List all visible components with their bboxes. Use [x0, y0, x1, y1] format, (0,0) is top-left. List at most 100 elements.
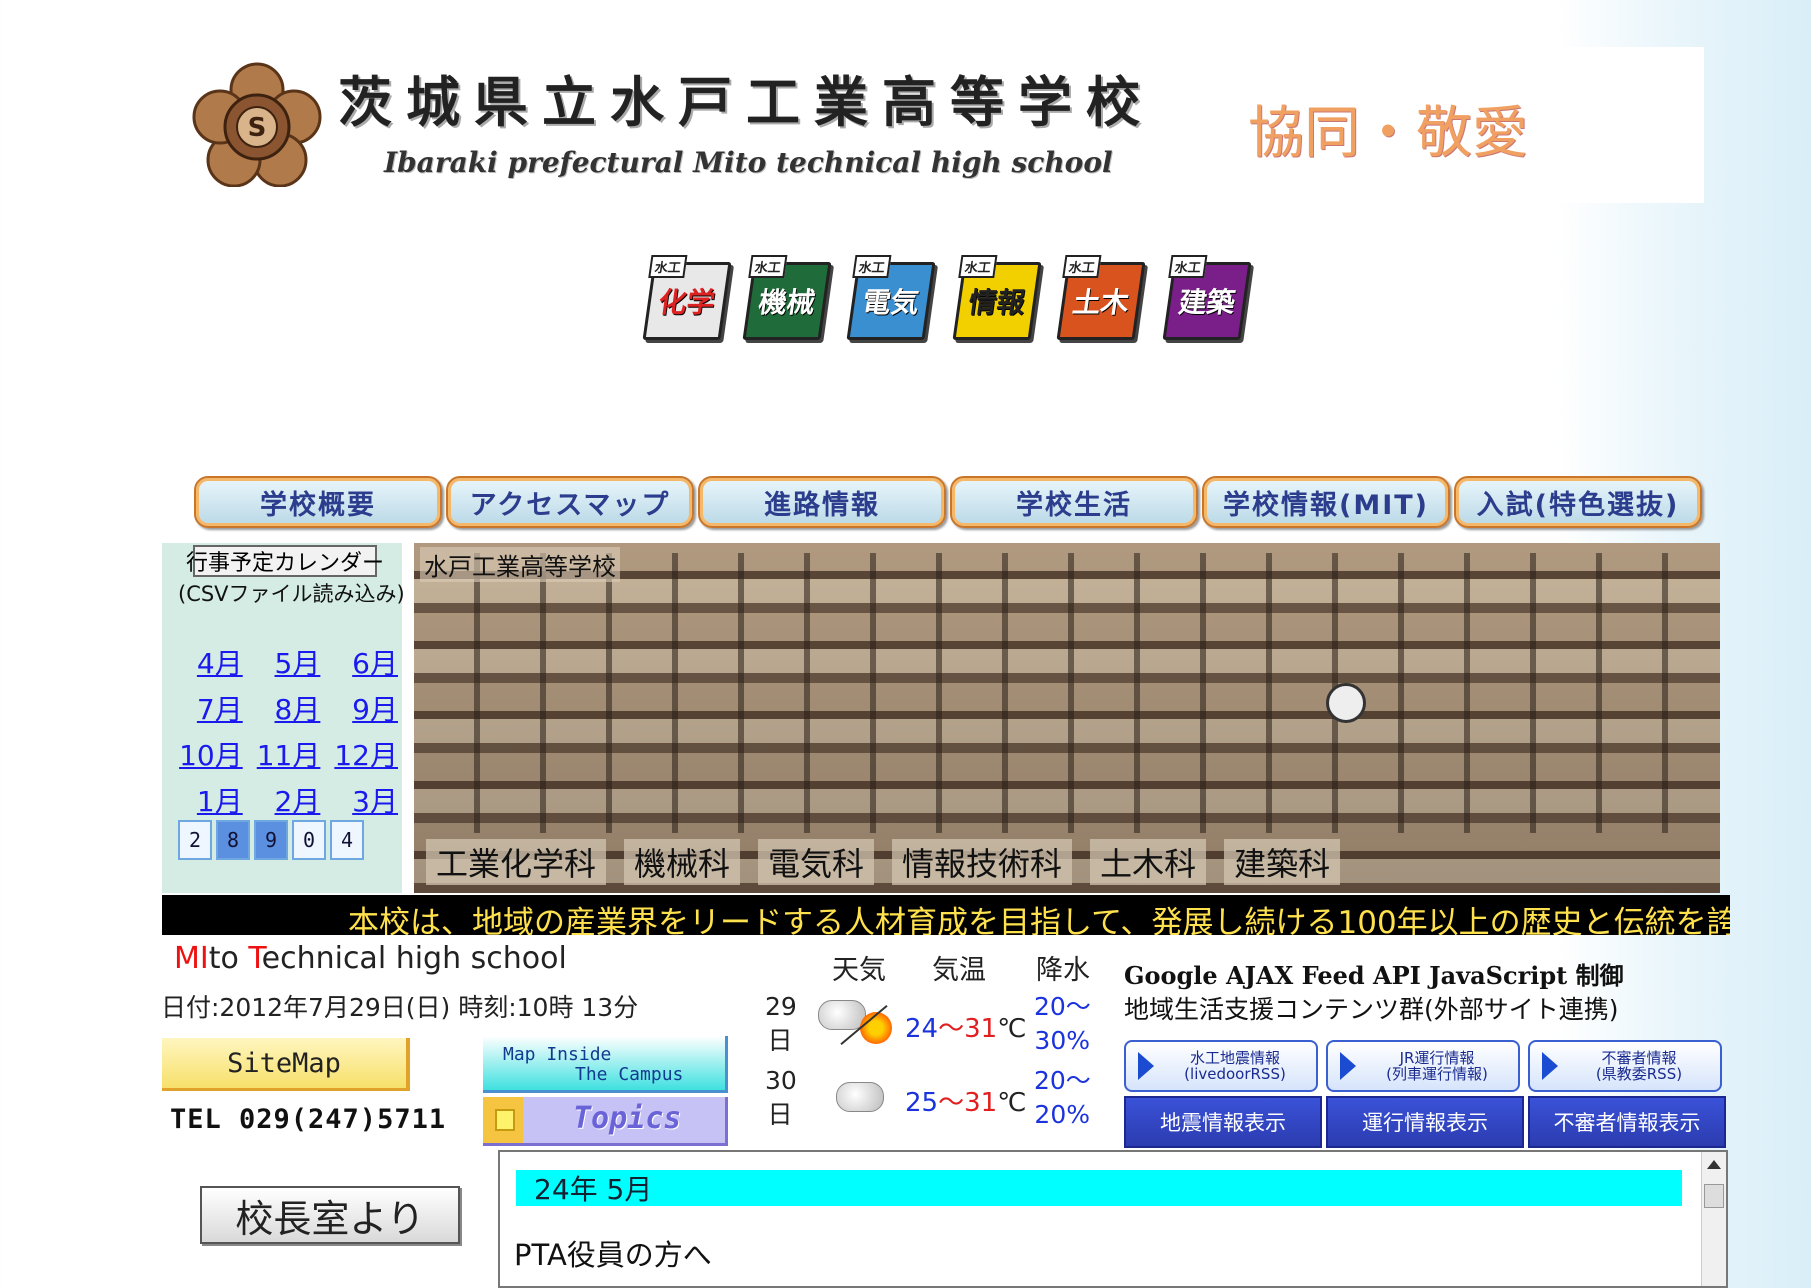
counter-digit: 0 [292, 820, 326, 860]
rss-feed-title: 水工地震情報 [1189, 1049, 1280, 1067]
department-logo-0[interactable]: 水工化学 [642, 255, 732, 340]
department-logo-2[interactable]: 水工 電気 [846, 255, 936, 340]
nav-button-5[interactable]: 入試(特色選抜) [1454, 476, 1702, 528]
day-1-high: 31 [964, 1014, 998, 1044]
map-label-2: The Campus [575, 1064, 684, 1085]
event-calendar-button[interactable]: 行事予定カレンダー [186, 545, 384, 577]
department-label: 電気 [860, 286, 922, 319]
month-links: 4月 5月 6月 7月 8月 9月 10月 11月 12月 1月 2月 3月 [178, 642, 398, 820]
news-box: 24年 5月 PTA役員の方へ [498, 1150, 1728, 1288]
month-link[interactable]: 5月 [257, 642, 321, 682]
day-2-low: 25 [905, 1088, 939, 1118]
photo-department-link[interactable]: 情報技術科 [892, 839, 1073, 885]
month-link[interactable]: 12月 [334, 734, 398, 774]
title-red-t: T [248, 941, 262, 976]
day-2-unit-temp: ℃ [997, 1088, 1027, 1118]
rss-feed-source: (livedoorRSS) [1184, 1065, 1286, 1083]
photo-department-link[interactable]: 工業化学科 [426, 839, 607, 885]
month-link[interactable]: 3月 [334, 780, 398, 820]
rss-feed-button-0[interactable]: 水工地震情報 (livedoorRSS) [1124, 1040, 1318, 1092]
calendar-subtitle: (CSVファイル読み込み) [178, 582, 405, 606]
day-2-unit: 日 [767, 1100, 793, 1129]
nav-button-2[interactable]: 進路情報 [698, 476, 946, 528]
rss-feed-title: JR運行情報 [1399, 1049, 1475, 1067]
department-tag: 水工 [1168, 255, 1208, 278]
play-icon [1340, 1052, 1356, 1080]
precipitation-header: 降水 [1036, 955, 1090, 986]
title-to: to [208, 941, 249, 976]
play-icon [1542, 1052, 1558, 1080]
photo-department-link[interactable]: 機械科 [624, 839, 741, 885]
department-logo-1[interactable]: 水工 機械 [742, 255, 832, 340]
ticker-text: 本校は、地域の産業界をリードする人材育成を目指して、発展し続ける100年以上の歴… [348, 905, 1730, 935]
rss-feed-source: (県教委RSS) [1595, 1065, 1683, 1083]
day-1-precip: 20〜 30% [1034, 990, 1091, 1058]
photo-department-link[interactable]: 土木科 [1090, 839, 1207, 885]
scroll-up-icon[interactable] [1707, 1160, 1721, 1169]
day-2-high: 31 [964, 1088, 998, 1118]
news-item-link[interactable]: PTA役員の方へ [514, 1232, 712, 1274]
building-windows [414, 553, 1720, 833]
rss-feed-button-1[interactable]: JR運行情報 (列車運行情報) [1326, 1040, 1520, 1092]
topics-button[interactable]: Topics [483, 1097, 728, 1146]
school-emblem-icon: S [192, 62, 322, 188]
photo-caption: 水戸工業高等学校 [420, 547, 620, 582]
department-logo-3[interactable]: 水工 情報 [952, 255, 1042, 340]
day-2-rain-range: 20〜 [1034, 1066, 1091, 1095]
month-link[interactable]: 11月 [257, 734, 321, 774]
show-feed-button-0[interactable]: 地震情報表示 [1124, 1096, 1322, 1148]
month-link[interactable]: 1月 [179, 780, 243, 820]
department-label: 建築 [1176, 286, 1238, 319]
map-label-1: Map Inside [503, 1044, 612, 1065]
rss-feed-label: 不審者情報 (県教委RSS) [1558, 1050, 1720, 1082]
title-rest: echnical high school [261, 941, 567, 976]
department-logo-5[interactable]: 水工建築 [1162, 255, 1252, 340]
temperature-header: 気温 [932, 955, 986, 986]
month-link[interactable]: 8月 [257, 688, 321, 728]
svg-text:S: S [248, 113, 267, 143]
nav-button-1[interactable]: アクセスマップ [446, 476, 694, 528]
news-scrollbar[interactable] [1701, 1152, 1726, 1286]
telephone: TEL 029(247)5711 [170, 1104, 447, 1135]
day-1-temperature: 24〜31℃ [905, 1008, 1026, 1045]
department-tag: 水工 [748, 255, 788, 278]
date-time: 日付:2012年7月29日(日) 時刻:10時 13分 [161, 993, 639, 1022]
topics-icon [495, 1109, 515, 1131]
month-link[interactable]: 6月 [334, 642, 398, 682]
visitor-counter: 28904 [178, 820, 364, 860]
sitemap-button[interactable]: SiteMap [162, 1038, 410, 1091]
scroll-thumb[interactable] [1704, 1184, 1724, 1208]
month-link[interactable]: 9月 [334, 688, 398, 728]
nav-button-0[interactable]: 学校概要 [194, 476, 442, 528]
month-link[interactable]: 7月 [179, 688, 243, 728]
show-feed-button-2[interactable]: 不審者情報表示 [1528, 1096, 1726, 1148]
school-motto: 協同・敬愛 [1248, 101, 1528, 166]
rss-feed-label: 水工地震情報 (livedoorRSS) [1154, 1050, 1316, 1082]
photo-department-link[interactable]: 建築科 [1224, 839, 1341, 885]
photo-department-link[interactable]: 電気科 [758, 839, 875, 885]
nav-button-3[interactable]: 学校生活 [950, 476, 1198, 528]
show-feed-button-1[interactable]: 運行情報表示 [1326, 1096, 1524, 1148]
rss-feed-title: 不審者情報 [1601, 1049, 1677, 1067]
school-name-jp: 茨城県立水戸工業高等学校 [338, 70, 1154, 134]
department-label: 化学 [656, 286, 718, 319]
month-link[interactable]: 4月 [179, 642, 243, 682]
rss-feed-button-2[interactable]: 不審者情報 (県教委RSS) [1528, 1040, 1722, 1092]
department-label: 土木 [1070, 286, 1132, 319]
weather-header: 天気 [832, 955, 886, 986]
day-1-low: 24 [905, 1014, 939, 1044]
mito-technical-title: MIto Technical high school [174, 941, 567, 976]
campus-map-button[interactable]: Map Inside The Campus [483, 1036, 728, 1093]
school-name-en: Ibaraki prefectural Mito technical high … [384, 146, 1113, 179]
day-2-precip: 20〜 20% [1034, 1064, 1091, 1132]
month-link[interactable]: 10月 [179, 734, 243, 774]
principal-office-button[interactable]: 校長室より [200, 1186, 460, 1244]
day-1-rain-pct: 30% [1034, 1026, 1090, 1055]
news-month-heading: 24年 5月 [516, 1170, 1682, 1206]
department-tag: 水工 [648, 255, 688, 278]
school-building-photo: 水戸工業高等学校 工業化学科 機械科 電気科 情報技術科 土木科 建築科 [414, 543, 1720, 893]
cloudy-then-sunny-icon [818, 1000, 898, 1052]
nav-button-4[interactable]: 学校情報(MIT) [1202, 476, 1450, 528]
month-link[interactable]: 2月 [257, 780, 321, 820]
department-logo-4[interactable]: 水工 土木 [1056, 255, 1146, 340]
